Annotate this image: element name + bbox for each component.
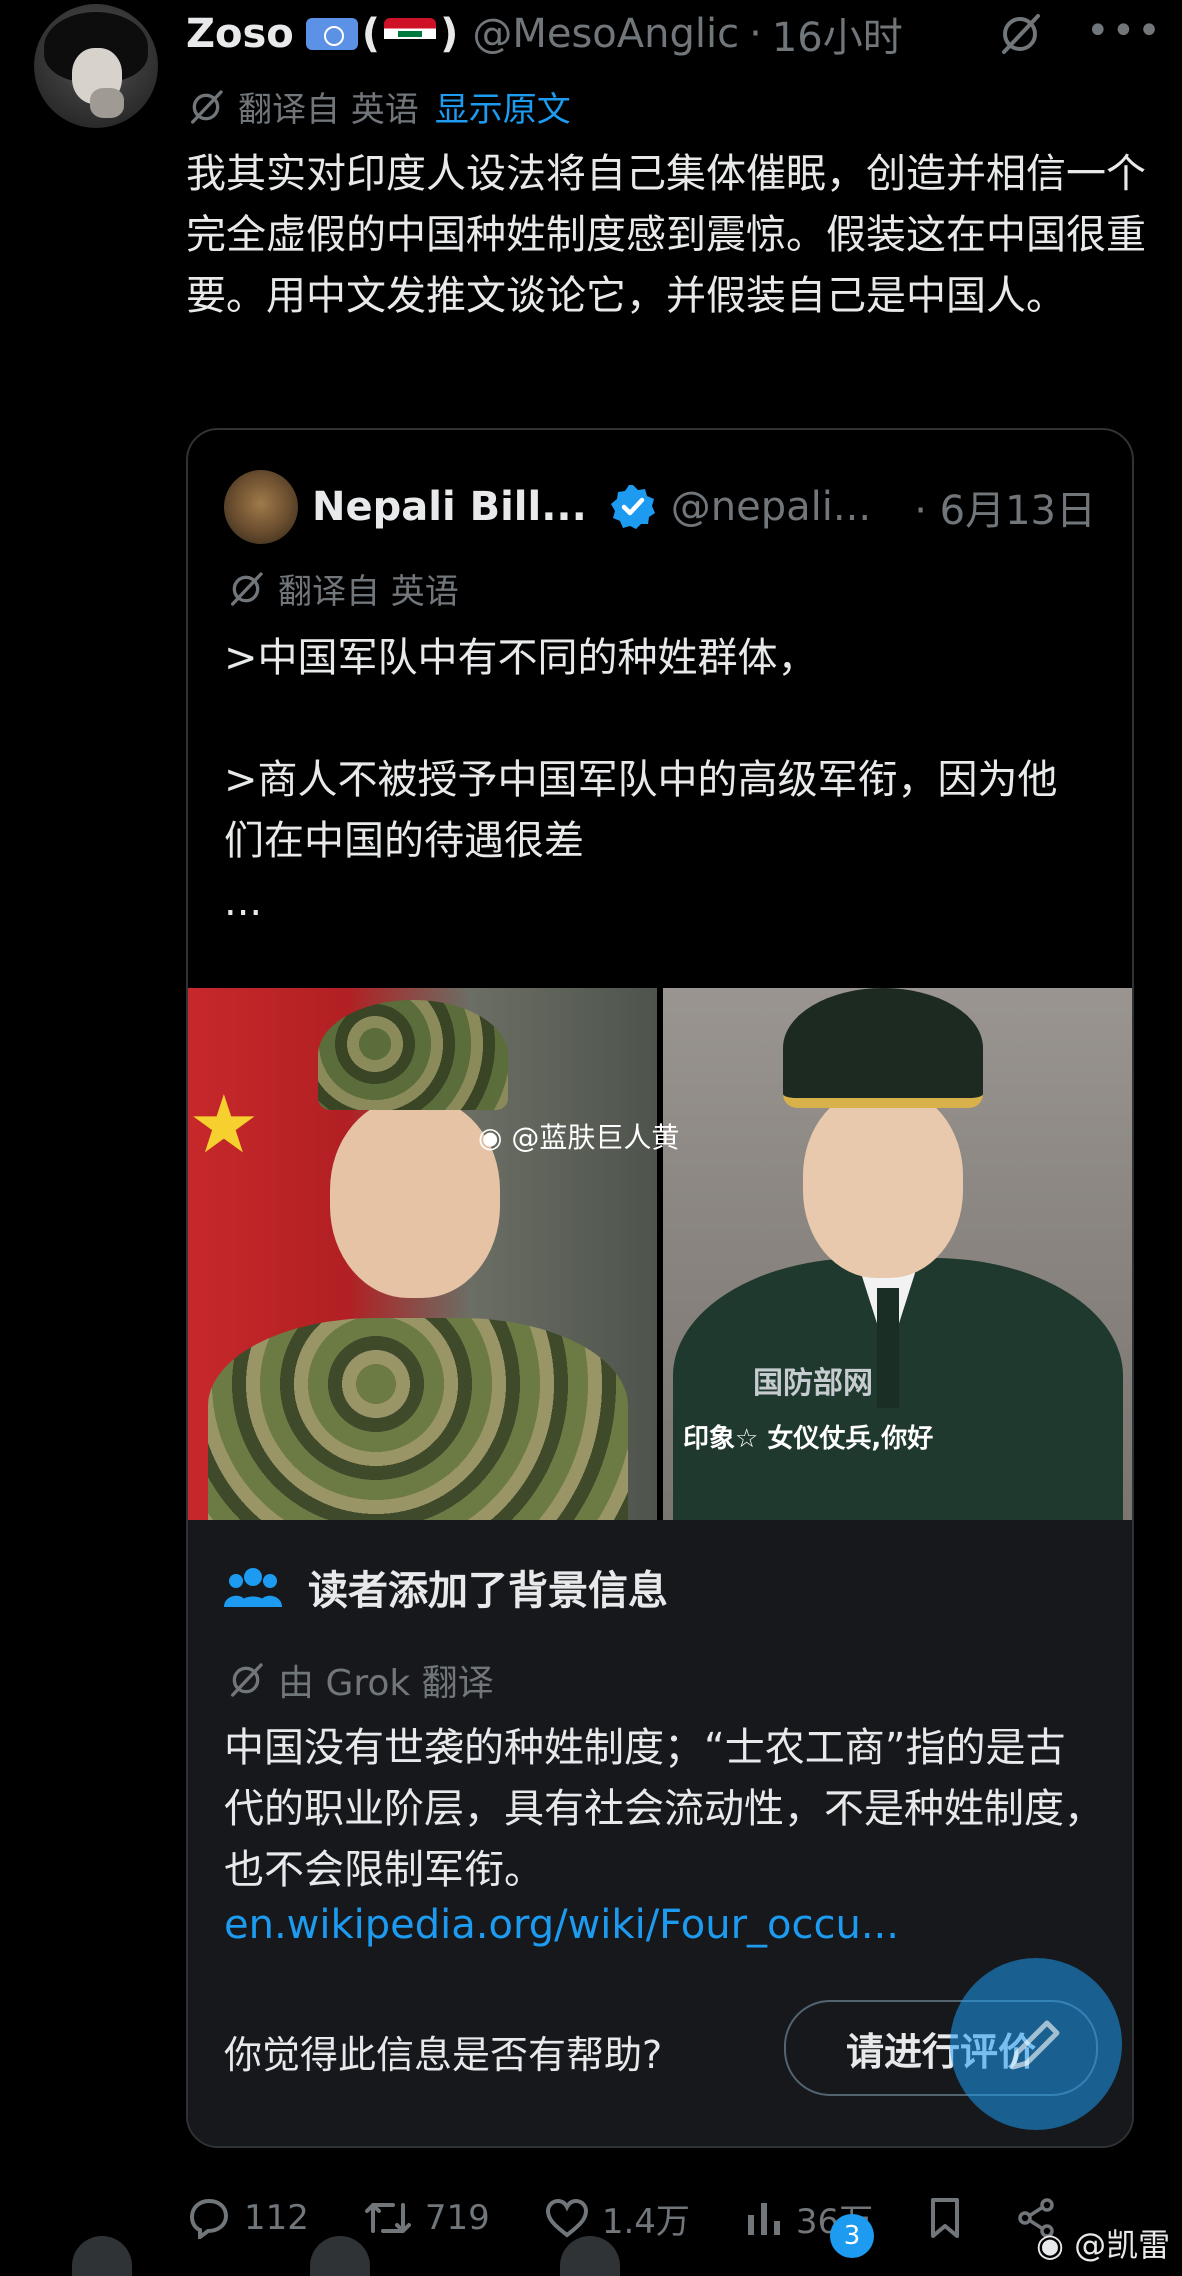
photo-right[interactable]: 国防部网 印象☆ 女仪仗兵,你好	[663, 988, 1132, 1520]
author-name[interactable]: Zoso	[186, 11, 294, 57]
quoted-header: Nepali Bill... @nepali...	[312, 474, 871, 540]
note-header: 读者添加了背景信息	[224, 1558, 668, 1616]
grok-translate-icon	[191, 89, 223, 124]
quoted-time[interactable]: · 6月13日	[914, 478, 1096, 536]
flag-star-icon: ★	[188, 1078, 260, 1171]
paren-open: (	[361, 11, 381, 57]
quoted-line: >商人不被授予中国军队中的高级军衔，因为他们在中国的待遇很差	[224, 757, 1058, 864]
weibo-icon: ◉	[478, 1121, 503, 1154]
compose-icon	[1010, 2020, 1060, 2070]
tweet-text: 我其实对印度人设法将自己集体催眠，创造并相信一个完全虚假的中国种姓制度感到震惊。…	[186, 151, 1146, 319]
honor-guard-face	[803, 1088, 963, 1278]
bottom-nav	[0, 2232, 1182, 2276]
author-handle[interactable]: @MesoAnglic	[472, 11, 739, 57]
camo-cap	[318, 1000, 508, 1110]
iraq-flag-icon	[384, 18, 437, 50]
camo-uniform	[208, 1318, 628, 1520]
quoted-tweet-card[interactable]: Nepali Bill... @nepali... · 6月13日 翻译自 英语…	[186, 428, 1134, 2148]
quoted-media[interactable]: ★ 国防部网 印象☆ 女仪仗兵,你好 ◉ @蓝肤巨人黄	[188, 988, 1132, 1520]
translate-row: 翻译自 英语 显示原文	[186, 82, 571, 131]
nav-grok-icon[interactable]	[560, 2236, 620, 2276]
note-text: 中国没有世袭的种姓制度；“士农工商”指的是古代的职业阶层，具有社会流动性，不是种…	[224, 1725, 1104, 1893]
nav-home-icon[interactable]	[72, 2236, 132, 2276]
quoted-line	[224, 689, 1084, 750]
photo-subtitle: 印象☆ 女仪仗兵,你好	[683, 1424, 934, 1454]
people-icon	[224, 1568, 282, 1607]
weibo-corner-text: @凯雷	[1074, 2226, 1171, 2264]
uniform-tie	[877, 1288, 899, 1408]
verified-badge-icon	[610, 485, 655, 529]
mod-watermark: 国防部网	[753, 1366, 873, 1401]
weibo-icon: ◉	[1036, 2226, 1064, 2264]
weibo-watermark-text: @蓝肤巨人黄	[511, 1121, 680, 1154]
un-flag-icon	[305, 18, 358, 50]
weibo-corner-watermark: ◉ @凯雷	[1036, 2220, 1170, 2266]
grok-translate-icon	[231, 571, 263, 606]
author-avatar[interactable]	[34, 4, 158, 128]
grok-icon[interactable]	[996, 10, 1044, 58]
photo-left[interactable]: ★	[188, 988, 657, 1520]
weibo-watermark: ◉ @蓝肤巨人黄	[478, 1116, 679, 1156]
note-header-label: 读者添加了背景信息	[308, 1568, 668, 1614]
nav-search-icon[interactable]	[310, 2236, 370, 2276]
quoted-line: >中国军队中有不同的种姓群体，	[224, 635, 818, 681]
quoted-line: ...	[224, 879, 263, 925]
more-options-icon[interactable]: •••	[1086, 8, 1163, 54]
quoted-translated-from-label: 翻译自 英语	[278, 572, 459, 612]
quoted-author-handle[interactable]: @nepali...	[671, 484, 871, 530]
separator: ·	[749, 11, 762, 57]
show-original-link[interactable]: 显示原文	[435, 82, 571, 131]
peaked-cap	[783, 988, 983, 1108]
note-grok-row: 由 Grok 翻译	[226, 1654, 494, 1706]
soldier-face	[330, 1098, 500, 1298]
grok-translate-icon	[231, 1663, 263, 1697]
quoted-translate-row: 翻译自 英语	[226, 564, 459, 613]
quoted-author-avatar[interactable]	[224, 470, 298, 544]
avatar-hand	[90, 88, 124, 118]
note-link[interactable]: en.wikipedia.org/wiki/Four_occu...	[224, 1902, 899, 1948]
tweet-time[interactable]: 16小时	[772, 5, 903, 63]
note-translated-by: 由 Grok 翻译	[278, 1663, 494, 1704]
helpful-question: 你觉得此信息是否有帮助?	[224, 2033, 663, 2077]
paren-close: )	[440, 11, 459, 57]
tweet-header: Zoso ( ) @MesoAnglic · 16小时	[186, 4, 903, 64]
quoted-text: >中国军队中有不同的种姓群体， >商人不被授予中国军队中的高级军衔，因为他们在中…	[224, 628, 1084, 933]
quoted-author-name[interactable]: Nepali Bill...	[312, 484, 587, 530]
translated-from-label: 翻译自 英语	[238, 90, 419, 130]
compose-fab[interactable]	[950, 1958, 1122, 2130]
notification-badge[interactable]: 3	[830, 2214, 874, 2258]
